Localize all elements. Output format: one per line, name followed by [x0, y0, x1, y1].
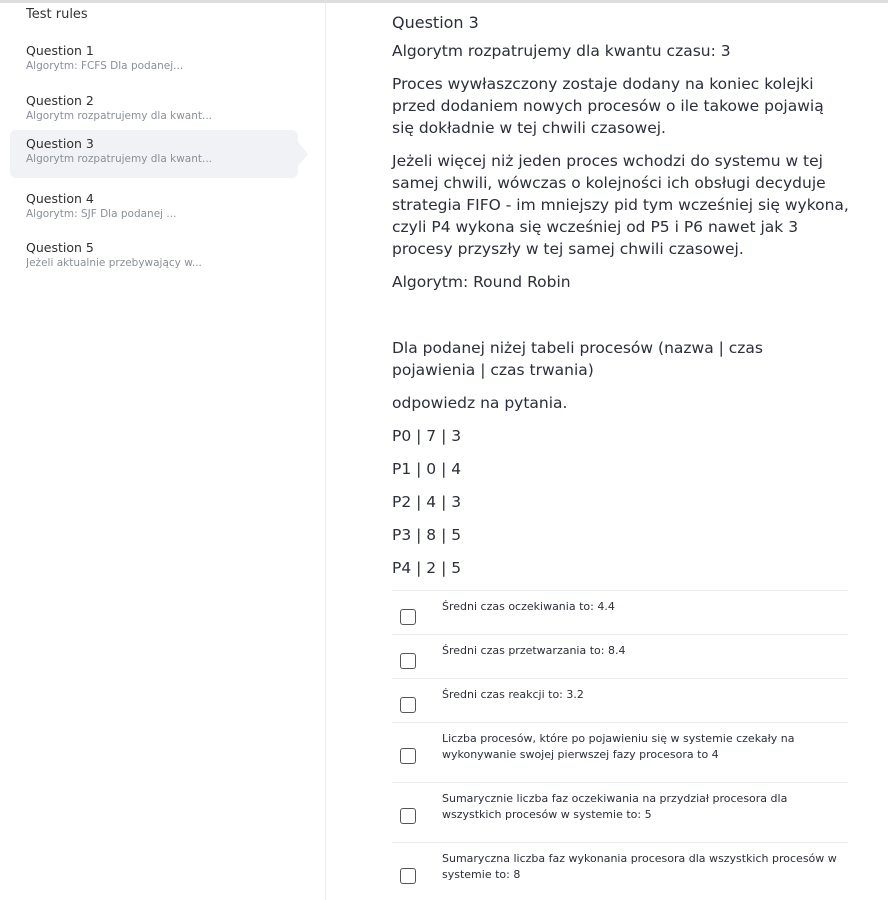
answer-label: Liczba procesów, które po pojawieniu się…	[442, 732, 795, 761]
sidebar-item-title: Question 3	[26, 136, 94, 151]
question-paragraph: Jeżeli więcej niż jeden proces wchodzi d…	[392, 152, 849, 258]
question-paragraph: Algorytm rozpatrujemy dla kwantu czasu: …	[392, 42, 731, 60]
answer-checkbox[interactable]	[400, 697, 416, 713]
answer-option[interactable]: Sumarycznie liczba faz oczekiwania na pr…	[392, 782, 848, 842]
question-sidebar: Test rules Question 1 Algorytm: FCFS Dla…	[0, 3, 326, 900]
answer-option[interactable]: Sumaryczna liczba faz wykonania procesor…	[392, 842, 848, 894]
sidebar-item-subtitle: Algorytm: FCFS Dla podanej...	[26, 60, 184, 72]
question-content: Question 3 Algorytm rozpatrujemy dla kwa…	[392, 12, 850, 894]
sidebar-item-subtitle: Jeżeli aktualnie przebywający w...	[26, 257, 202, 269]
question-paragraph: odpowiedz na pytania.	[392, 394, 568, 412]
answer-option[interactable]: Średni czas reakcji to: 3.2	[392, 678, 848, 722]
answer-option[interactable]: Średni czas oczekiwania to: 4.4	[392, 590, 848, 634]
process-row: P4 | 2 | 5	[392, 559, 462, 577]
process-row: P1 | 0 | 4	[392, 460, 462, 478]
process-row: P3 | 8 | 5	[392, 526, 462, 544]
answer-label: Sumaryczna liczba faz wykonania procesor…	[442, 852, 837, 881]
answer-checkbox[interactable]	[400, 653, 416, 669]
sidebar-item-subtitle: Algorytm rozpatrujemy dla kwant...	[26, 153, 213, 165]
sidebar-item-subtitle: Algorytm rozpatrujemy dla kwant...	[26, 110, 213, 122]
sidebar-item-question-2[interactable]: Question 2 Algorytm rozpatrujemy dla kwa…	[10, 87, 298, 135]
sidebar-item-question-1[interactable]: Question 1 Algorytm: FCFS Dla podanej...	[10, 37, 298, 85]
answer-label: Średni czas przetwarzania to: 8.4	[442, 644, 626, 657]
question-paragraph: Dla podanej niżej tabeli procesów (nazwa…	[392, 339, 764, 379]
sidebar-item-title: Question 5	[26, 240, 94, 255]
answer-checkbox[interactable]	[400, 868, 416, 884]
sidebar-item-title: Question 2	[26, 93, 94, 108]
sidebar-item-title: Question 1	[26, 43, 94, 58]
question-title: Question 3	[392, 13, 479, 32]
answer-label: Średni czas reakcji to: 3.2	[442, 688, 584, 701]
sidebar-item-subtitle: Algorytm: SJF Dla podanej ...	[26, 208, 177, 220]
question-paragraph: Algorytm: Round Robin	[392, 273, 571, 291]
answer-checkbox[interactable]	[400, 808, 416, 824]
process-row: P0 | 7 | 3	[392, 427, 462, 445]
sidebar-item-question-3[interactable]: Question 3 Algorytm rozpatrujemy dla kwa…	[10, 130, 308, 178]
process-row: P2 | 4 | 3	[392, 493, 462, 511]
answer-label: Sumarycznie liczba faz oczekiwania na pr…	[442, 792, 788, 821]
answer-list: Średni czas oczekiwania to: 4.4 Średni c…	[392, 590, 848, 894]
question-paragraph: Proces wywłaszczony zostaje dodany na ko…	[392, 75, 824, 137]
test-rules-link[interactable]: Test rules	[26, 7, 88, 22]
sidebar-item-question-4[interactable]: Question 4 Algorytm: SJF Dla podanej ...	[10, 185, 298, 233]
answer-option[interactable]: Liczba procesów, które po pojawieniu się…	[392, 722, 848, 782]
sidebar-item-title: Question 4	[26, 191, 94, 206]
sidebar-item-question-5[interactable]: Question 5 Jeżeli aktualnie przebywający…	[10, 234, 298, 282]
answer-option[interactable]: Średni czas przetwarzania to: 8.4	[392, 634, 848, 678]
answer-checkbox[interactable]	[400, 748, 416, 764]
answer-label: Średni czas oczekiwania to: 4.4	[442, 600, 615, 613]
answer-checkbox[interactable]	[400, 609, 416, 625]
